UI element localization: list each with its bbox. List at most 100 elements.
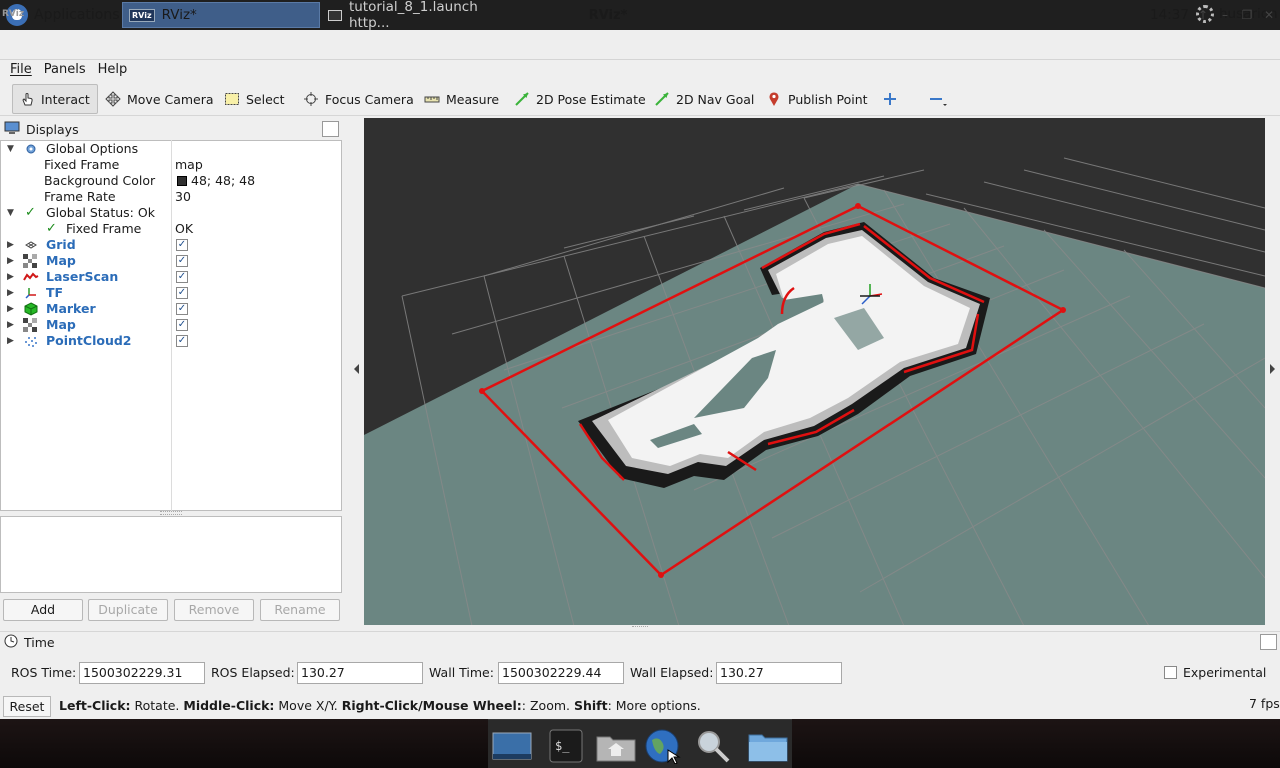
pointcloud2-checkbox[interactable]: ✓ [176, 335, 188, 347]
duplicate-display-button[interactable]: Duplicate [88, 599, 168, 621]
panel-splitter-handle[interactable] [160, 511, 182, 515]
time-title: Time [24, 635, 55, 650]
right-splitter[interactable] [1265, 118, 1280, 625]
expand-right-icon[interactable]: ▶ [7, 253, 14, 269]
tree-row-map[interactable]: ▶ Map ✓ [1, 253, 341, 269]
web-browser-icon[interactable] [642, 728, 682, 765]
fixed-frame-value[interactable]: map [175, 157, 203, 173]
menu-help[interactable]: Help [92, 61, 134, 82]
add-display-button[interactable]: Add [3, 599, 83, 621]
publish-point-tool-button[interactable]: Publish Point [760, 84, 874, 114]
measure-label: Measure [446, 91, 500, 107]
collapse-right-icon[interactable] [1270, 364, 1275, 374]
grid-checkbox[interactable]: ✓ [176, 239, 188, 251]
wall-elapsed-field[interactable]: 130.27 [716, 662, 842, 684]
map-icon [23, 254, 37, 268]
collapse-left-icon[interactable] [354, 364, 359, 374]
2d-nav-goal-tool-button[interactable]: 2D Nav Goal [648, 84, 760, 114]
home-folder-icon[interactable] [594, 728, 636, 764]
displays-float-button[interactable] [322, 121, 339, 137]
show-desktop-icon[interactable] [490, 728, 534, 764]
3d-render-viewport[interactable] [364, 118, 1265, 625]
focus-camera-tool-button[interactable]: Focus Camera [297, 84, 420, 114]
terminal-icon[interactable]: $_ [546, 728, 586, 764]
check-icon: ✓ [46, 221, 57, 236]
expand-right-icon[interactable]: ▶ [7, 317, 14, 333]
window-minimize-button[interactable]: – [1218, 8, 1232, 22]
frame-rate-value[interactable]: 30 [175, 189, 191, 205]
2d-pose-estimate-tool-button[interactable]: 2D Pose Estimate [508, 84, 652, 114]
tree-row-global-status[interactable]: ▼ ✓ Global Status: Ok [1, 205, 341, 221]
add-tool-button[interactable] [876, 84, 904, 114]
window-title: RViz* [588, 8, 628, 23]
expand-right-icon[interactable]: ▶ [7, 237, 14, 253]
toolbar: Interact Move Camera Select Focus Camera… [0, 82, 1280, 116]
wall-elapsed-label: Wall Elapsed: [630, 665, 714, 680]
tree-row-grid[interactable]: ▶ Grid ✓ [1, 237, 341, 253]
tree-row-pointcloud2[interactable]: ▶ PointCloud2 ✓ [1, 333, 341, 349]
status-fixed-frame-value: OK [175, 221, 194, 236]
select-tool-button[interactable]: Select [218, 84, 291, 114]
tree-row-background-color[interactable]: Background Color 48; 48; 48 [1, 173, 341, 189]
files-folder-icon[interactable] [746, 728, 788, 764]
fixed-frame-label: Fixed Frame [44, 157, 120, 172]
marker-checkbox[interactable]: ✓ [176, 303, 188, 315]
menu-panels[interactable]: Panels [38, 61, 92, 82]
tree-row-tf[interactable]: ▶ TF ✓ [1, 285, 341, 301]
pointcloud-icon [24, 335, 38, 349]
clock-icon [4, 634, 18, 651]
tree-row-fixed-frame[interactable]: Fixed Frame map [1, 157, 341, 173]
remove-tool-button[interactable] [922, 84, 950, 114]
window-shade-button[interactable]: ↑ [1196, 8, 1210, 22]
middle-click-desc: Move X/Y. [274, 698, 342, 713]
expand-right-icon[interactable]: ▶ [7, 301, 14, 317]
measure-tool-button[interactable]: Measure [418, 84, 505, 114]
window-close-button[interactable]: ✕ [1262, 8, 1276, 22]
ros-time-field[interactable]: 1500302229.31 [79, 662, 205, 684]
interact-tool-button[interactable]: Interact [12, 84, 98, 114]
tree-row-status-fixed-frame[interactable]: ✓ Fixed Frame OK [1, 221, 341, 237]
pointcloud2-label: PointCloud2 [46, 333, 132, 348]
laserscan-label: LaserScan [46, 269, 119, 284]
move-arrows-icon [105, 91, 121, 107]
tf-checkbox[interactable]: ✓ [176, 287, 188, 299]
tree-row-marker[interactable]: ▶ Marker ✓ [1, 301, 341, 317]
marker-cube-icon [24, 302, 38, 316]
tree-row-frame-rate[interactable]: Frame Rate 30 [1, 189, 341, 205]
move-camera-tool-button[interactable]: Move Camera [99, 84, 220, 114]
experimental-checkbox[interactable] [1164, 666, 1177, 679]
select-box-icon [224, 91, 240, 107]
tree-row-map-2[interactable]: ▶ Map ✓ [1, 317, 341, 333]
left-click-desc: Rotate. [130, 698, 184, 713]
expand-right-icon[interactable]: ▶ [7, 285, 14, 301]
laserscan-checkbox[interactable]: ✓ [176, 271, 188, 283]
expand-right-icon[interactable]: ▶ [7, 269, 14, 285]
tree-row-global-options[interactable]: ▼ Global Options [1, 141, 341, 157]
expand-down-icon[interactable]: ▼ [7, 141, 14, 157]
expand-down-icon[interactable]: ▼ [7, 205, 14, 221]
monitor-icon [4, 121, 20, 138]
experimental-label: Experimental [1183, 665, 1267, 680]
search-icon[interactable] [692, 728, 732, 764]
reset-button[interactable]: Reset [3, 696, 51, 717]
window-titlebar [0, 30, 1280, 60]
time-float-button[interactable] [1260, 634, 1277, 650]
2d-nav-goal-label: 2D Nav Goal [676, 91, 755, 107]
tree-row-laserscan[interactable]: ▶ LaserScan ✓ [1, 269, 341, 285]
wall-time-field[interactable]: 1500302229.44 [498, 662, 624, 684]
select-label: Select [246, 91, 285, 107]
color-swatch[interactable] [177, 176, 187, 186]
map-checkbox[interactable]: ✓ [176, 255, 188, 267]
menu-file[interactable]: File [4, 61, 38, 82]
left-splitter[interactable] [350, 118, 364, 625]
background-color-value[interactable]: 48; 48; 48 [191, 173, 255, 189]
expand-right-icon[interactable]: ▶ [7, 333, 14, 349]
remove-display-button[interactable]: Remove [174, 599, 254, 621]
bottom-splitter-handle[interactable] [632, 626, 648, 629]
ros-elapsed-field[interactable]: 130.27 [297, 662, 423, 684]
window-maximize-button[interactable]: ❐ [1240, 8, 1254, 22]
rename-display-button[interactable]: Rename [260, 599, 340, 621]
laserscan-icon [23, 271, 39, 283]
gear-icon [25, 143, 37, 155]
map-2-checkbox[interactable]: ✓ [176, 319, 188, 331]
